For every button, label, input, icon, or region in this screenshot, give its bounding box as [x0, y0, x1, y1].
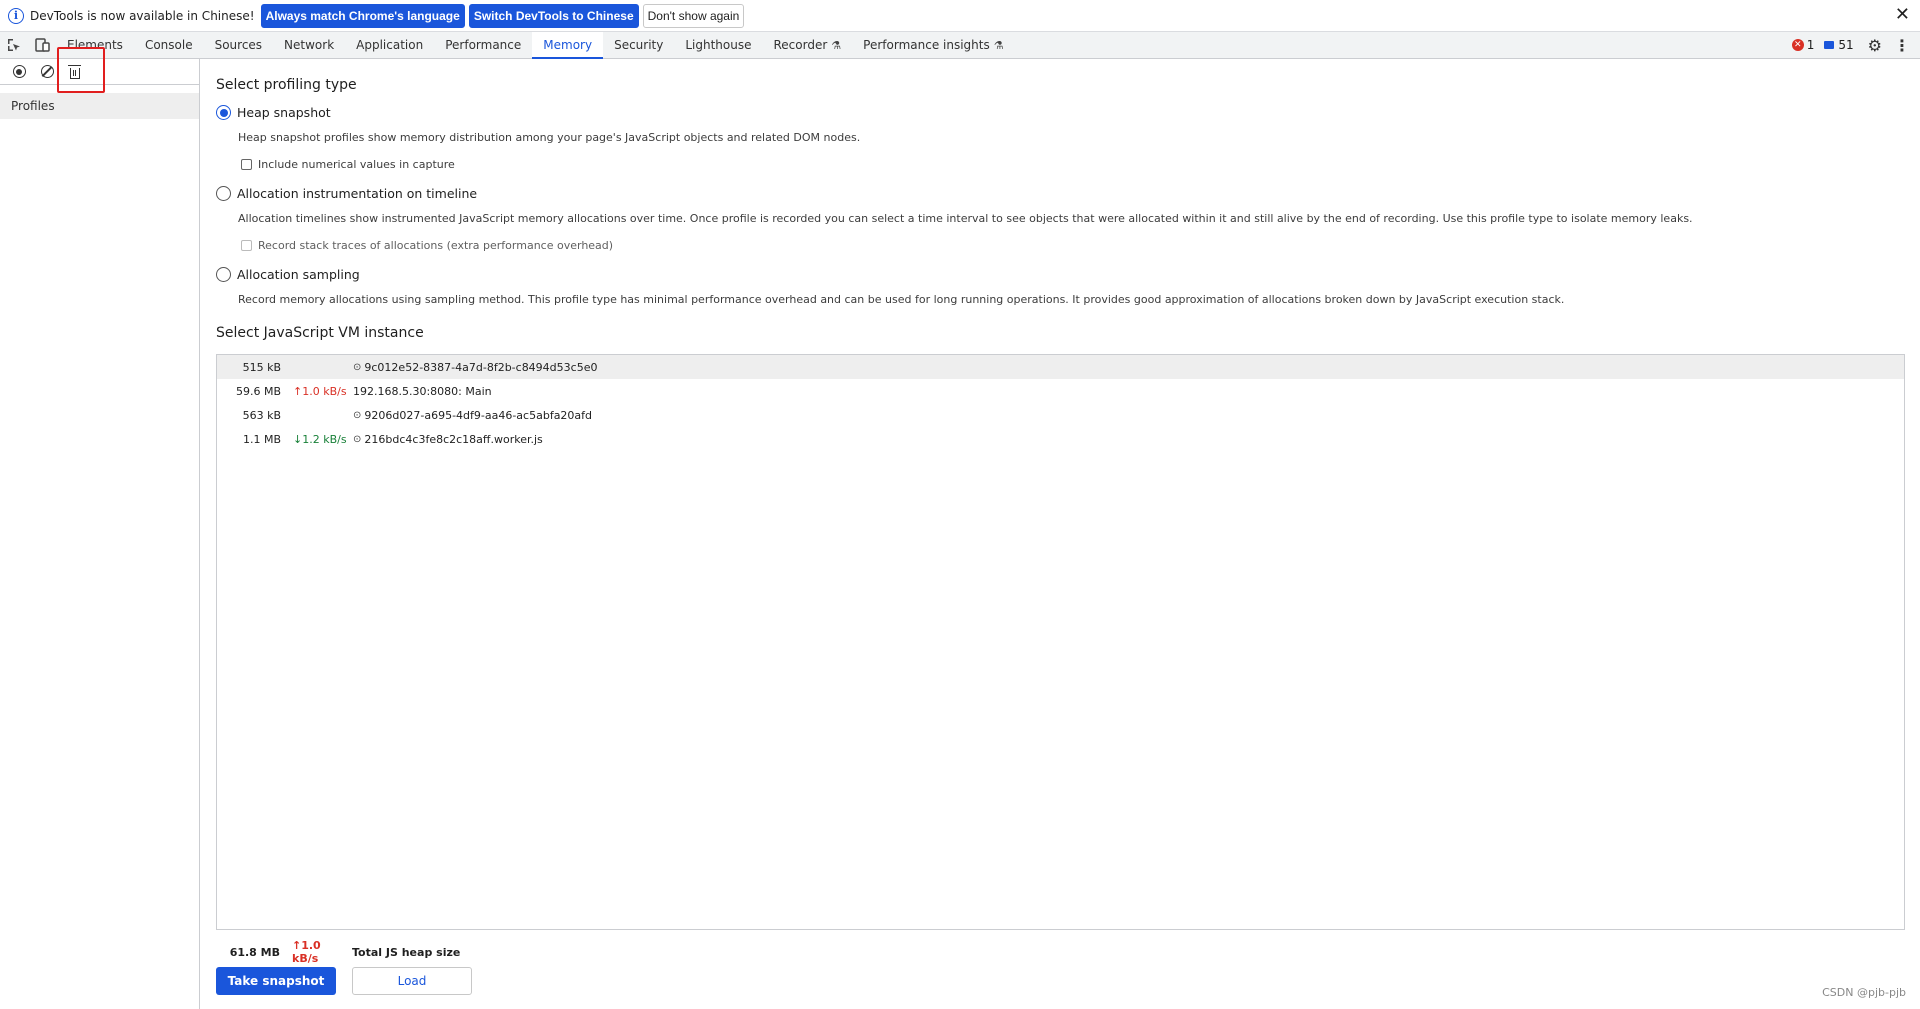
tab-network[interactable]: Network: [273, 32, 345, 58]
profiling-type-title: Select profiling type: [216, 77, 357, 93]
profiles-section-header: Profiles: [0, 93, 199, 119]
total-heap-rate: ↑1.0 kB/s: [292, 939, 321, 965]
watermark: CSDN @pjb-pjb: [1822, 986, 1906, 999]
radio-button[interactable]: [216, 186, 231, 201]
annotation-highlight-box: [57, 47, 105, 93]
vm-name: 192.168.5.30:8080: Main: [351, 385, 492, 398]
radio-button[interactable]: [216, 267, 231, 282]
memory-panel: Select profiling type Heap snapshot Heap…: [201, 59, 1920, 1009]
tab-performance-insights[interactable]: Performance insights ⚗: [852, 32, 1014, 58]
message-count: 51: [1838, 38, 1854, 52]
error-count: 1: [1806, 38, 1815, 52]
worker-icon: ⊙: [353, 409, 362, 421]
language-infobar: i DevTools is now available in Chinese! …: [0, 0, 1920, 32]
vm-size: 59.6 MB: [235, 384, 281, 398]
tab-sources[interactable]: Sources: [204, 32, 273, 58]
vm-size: 563 kB: [242, 408, 281, 422]
checkbox-label: Record stack traces of allocations (extr…: [258, 239, 614, 252]
vm-instance-row[interactable]: 563 kB ⊙ 9206d027-a695-4df9-aa46-ac5abfa…: [217, 403, 1904, 427]
gear-icon[interactable]: ⚙: [1868, 36, 1882, 55]
tab-application[interactable]: Application: [345, 32, 434, 58]
radio-button[interactable]: [216, 105, 231, 120]
vm-size: 515 kB: [242, 360, 281, 374]
profiles-toolbar: [0, 47, 199, 93]
switch-chinese-button[interactable]: Switch DevTools to Chinese: [468, 3, 639, 28]
checkbox-stack-traces: Record stack traces of allocations (extr…: [241, 239, 613, 252]
checkbox-numerical-values[interactable]: Include numerical values in capture: [241, 158, 455, 171]
tab-recorder-label: Recorder: [773, 38, 828, 52]
message-count-badge[interactable]: 51: [1824, 38, 1854, 52]
take-snapshot-button[interactable]: Take snapshot: [216, 967, 336, 995]
vm-rate: ↑1.0 kB/s: [293, 384, 347, 398]
more-options-icon[interactable]: ⋮: [1894, 36, 1910, 55]
vm-name: ⊙ 9206d027-a695-4df9-aa46-ac5abfa20afd: [351, 409, 592, 422]
radio-allocation-sampling[interactable]: Allocation sampling: [216, 267, 360, 282]
close-icon[interactable]: ✕: [1895, 6, 1910, 24]
checkbox: [241, 240, 252, 251]
vm-name-text: 216bdc4c3fe8c2c18aff.worker.js: [364, 432, 543, 446]
tab-recorder[interactable]: Recorder ⚗: [763, 32, 853, 58]
tabbar-status: ✕ 1 51 ⚙ ⋮: [1791, 32, 1920, 58]
infobar-message: DevTools is now available in Chinese!: [30, 8, 255, 23]
vm-size: 1.1 MB: [242, 432, 281, 446]
radio-label: Allocation instrumentation on timeline: [237, 186, 478, 201]
radio-label: Heap snapshot: [237, 105, 331, 120]
vm-instance-list: 515 kB ⊙ 9c012e52-8387-4a7d-8f2b-c8494d5…: [216, 354, 1905, 930]
load-button[interactable]: Load: [352, 967, 472, 995]
flask-icon: ⚗: [993, 38, 1004, 52]
inspect-element-icon[interactable]: [0, 32, 28, 58]
info-icon: i: [8, 7, 24, 24]
heap-snapshot-description: Heap snapshot profiles show memory distr…: [238, 131, 861, 144]
vm-name-text: 192.168.5.30:8080: Main: [353, 384, 492, 398]
tab-performance-insights-label: Performance insights: [863, 38, 990, 52]
match-language-button[interactable]: Always match Chrome's language: [260, 3, 465, 28]
allocation-timeline-description: Allocation timelines show instrumented J…: [238, 212, 1693, 225]
vm-name-text: 9c012e52-8387-4a7d-8f2b-c8494d53c5e0: [364, 360, 598, 374]
total-heap-label: Total JS heap size: [352, 945, 461, 959]
error-count-badge[interactable]: ✕ 1: [1791, 38, 1815, 52]
vm-instance-row[interactable]: 515 kB ⊙ 9c012e52-8387-4a7d-8f2b-c8494d5…: [217, 355, 1904, 379]
radio-heap-snapshot[interactable]: Heap snapshot: [216, 105, 331, 120]
worker-icon: ⊙: [353, 361, 362, 373]
radio-allocation-timeline[interactable]: Allocation instrumentation on timeline: [216, 186, 477, 201]
total-heap-summary: 61.8 MB ↑1.0 kB/s Total JS heap size: [216, 939, 461, 965]
dont-show-again-button[interactable]: Don't show again: [642, 3, 745, 28]
vm-rate: ↓1.2 kB/s: [293, 432, 347, 446]
checkbox[interactable]: [241, 159, 252, 170]
total-heap-size: 61.8 MB: [229, 945, 280, 959]
tab-performance[interactable]: Performance: [434, 32, 532, 58]
checkbox-label: Include numerical values in capture: [258, 158, 455, 171]
record-icon: [12, 65, 26, 78]
vm-instance-row[interactable]: 59.6 MB ↑1.0 kB/s 192.168.5.30:8080: Mai…: [217, 379, 1904, 403]
tab-lighthouse[interactable]: Lighthouse: [674, 32, 762, 58]
worker-icon: ⊙: [353, 433, 362, 445]
profiles-sidebar: Profiles: [0, 47, 200, 1009]
allocation-sampling-description: Record memory allocations using sampling…: [238, 293, 1565, 306]
flask-icon: ⚗: [831, 38, 842, 52]
error-icon: ✕: [1791, 39, 1804, 51]
radio-label: Allocation sampling: [237, 267, 360, 282]
tab-console[interactable]: Console: [134, 32, 204, 58]
tab-security[interactable]: Security: [603, 32, 674, 58]
vm-name: ⊙ 216bdc4c3fe8c2c18aff.worker.js: [351, 433, 543, 446]
vm-name-text: 9206d027-a695-4df9-aa46-ac5abfa20afd: [364, 408, 593, 422]
record-button[interactable]: [6, 61, 32, 83]
vm-name: ⊙ 9c012e52-8387-4a7d-8f2b-c8494d53c5e0: [351, 361, 597, 374]
message-icon: [1824, 41, 1835, 49]
devtools-tabbar: Elements Console Sources Network Applica…: [0, 32, 1920, 59]
vm-instance-row[interactable]: 1.1 MB ↓1.2 kB/s ⊙ 216bdc4c3fe8c2c18aff.…: [217, 427, 1904, 451]
clear-icon: [40, 65, 54, 78]
action-buttons: Take snapshot Load: [216, 967, 472, 995]
vm-instance-title: Select JavaScript VM instance: [216, 325, 424, 341]
device-toolbar-icon[interactable]: [28, 32, 56, 58]
tab-memory[interactable]: Memory: [532, 32, 604, 59]
